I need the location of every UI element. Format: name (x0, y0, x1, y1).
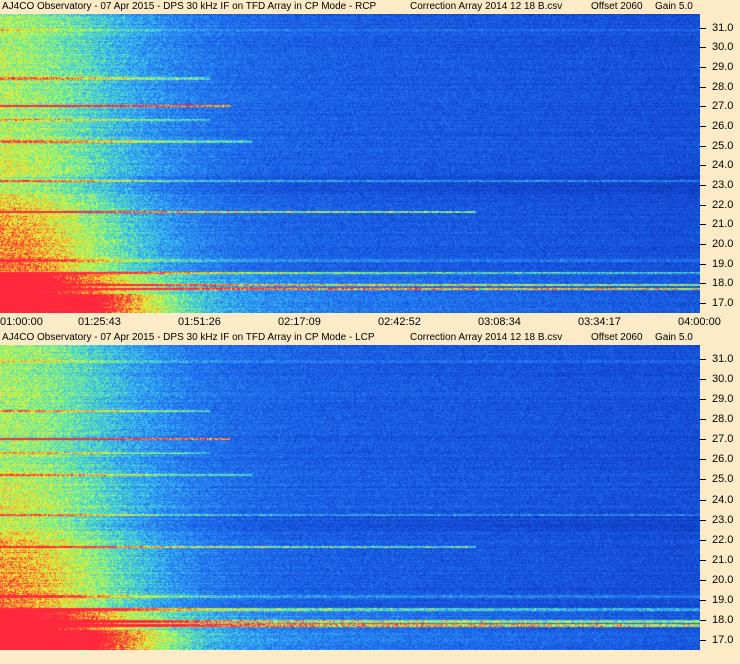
y-tick-label: 26.0 (712, 120, 734, 133)
y-tick-label: 23.0 (712, 513, 734, 526)
y-tick-mark (700, 399, 706, 401)
y-tick-label: 27.0 (712, 433, 734, 446)
y-tick-label: 30.0 (712, 41, 734, 54)
y-tick-label: 28.0 (712, 413, 734, 426)
y-tick-mark (700, 165, 706, 167)
y-tick-mark (700, 47, 706, 49)
chart-title: AJ4CO Observatory - 07 Apr 2015 - DPS 30… (2, 1, 377, 12)
y-tick-mark (700, 519, 706, 521)
y-tick-label: 20.0 (712, 238, 734, 251)
y-tick-mark (700, 479, 706, 481)
y-tick-mark (700, 126, 706, 128)
y-tick-label: 26.0 (712, 453, 734, 466)
y-tick-mark (700, 639, 706, 641)
y-tick-mark (700, 263, 706, 265)
gain-label: Gain 5.0 (655, 1, 693, 12)
spectrogram-panel-lcp: AJ4CO Observatory - 07 Apr 2015 - DPS 30… (0, 331, 740, 664)
y-tick-label: 24.0 (712, 493, 734, 506)
x-tick-label: 04:00:00 (678, 316, 721, 328)
chart-title: AJ4CO Observatory - 07 Apr 2015 - DPS 30… (2, 332, 375, 343)
y-tick-label: 17.0 (712, 297, 734, 310)
x-tick-label: 03:08:34 (478, 316, 521, 328)
correction-file-label: Correction Array 2014 12 18 B.csv (410, 332, 563, 343)
y-tick-label: 27.0 (712, 100, 734, 113)
y-tick-label: 25.0 (712, 473, 734, 486)
y-tick-label: 21.0 (712, 218, 734, 231)
y-tick-label: 22.0 (712, 198, 734, 211)
y-tick-label: 28.0 (712, 80, 734, 93)
y-tick-mark (700, 439, 706, 441)
y-tick-mark (700, 224, 706, 226)
y-tick-mark (700, 379, 706, 381)
y-tick-mark (700, 185, 706, 187)
y-tick-label: 31.0 (712, 353, 734, 366)
y-tick-mark (700, 244, 706, 246)
y-tick-label: 31.0 (712, 21, 734, 34)
offset-label: Offset 2060 (591, 1, 643, 12)
y-tick-mark (700, 499, 706, 501)
y-tick-mark (700, 619, 706, 621)
y-tick-mark (700, 86, 706, 88)
bottom-margin (0, 650, 740, 664)
gain-label: Gain 5.0 (655, 332, 693, 343)
title-bar-rcp: AJ4CO Observatory - 07 Apr 2015 - DPS 30… (0, 0, 740, 14)
y-tick-mark (700, 67, 706, 69)
y-tick-label: 24.0 (712, 159, 734, 172)
y-tick-mark (700, 419, 706, 421)
y-tick-mark (700, 303, 706, 305)
frequency-axis-lcp: 31.0 30.0 29.0 28.0 27.0 26.0 25.0 24.0 23.0 22.0… (700, 345, 740, 650)
x-tick-label: 03:34:17 (578, 316, 621, 328)
y-tick-label: 19.0 (712, 257, 734, 270)
y-tick-mark (700, 359, 706, 361)
y-tick-label: 30.0 (712, 373, 734, 386)
y-tick-mark (700, 283, 706, 285)
y-tick-mark (700, 27, 706, 29)
y-tick-mark (700, 204, 706, 206)
y-tick-label: 29.0 (712, 61, 734, 74)
spectrogram-plot-rcp (0, 14, 700, 313)
x-tick-label: 02:42:52 (378, 316, 421, 328)
y-tick-mark (700, 106, 706, 108)
y-tick-label: 29.0 (712, 393, 734, 406)
y-tick-label: 20.0 (712, 573, 734, 586)
y-tick-label: 18.0 (712, 277, 734, 290)
x-tick-label: 01:25:43 (78, 316, 121, 328)
x-tick-label: 01:00:00 (0, 316, 43, 328)
y-tick-mark (700, 145, 706, 147)
title-bar-lcp: AJ4CO Observatory - 07 Apr 2015 - DPS 30… (0, 331, 740, 345)
y-tick-label: 22.0 (712, 533, 734, 546)
y-tick-label: 19.0 (712, 593, 734, 606)
spectrogram-panel-rcp: AJ4CO Observatory - 07 Apr 2015 - DPS 30… (0, 0, 740, 331)
y-tick-label: 25.0 (712, 139, 734, 152)
x-tick-label: 02:17:09 (278, 316, 321, 328)
x-tick-label: 01:51:26 (178, 316, 221, 328)
time-axis: 01:00:00 01:25:43 01:51:26 02:17:09 02:42:52… (0, 313, 740, 331)
y-tick-label: 23.0 (712, 179, 734, 192)
y-tick-label: 21.0 (712, 553, 734, 566)
correction-file-label: Correction Array 2014 12 18 B.csv (410, 1, 563, 12)
y-tick-mark (700, 539, 706, 541)
frequency-axis-rcp: 31.0 30.0 29.0 28.0 27.0 26.0 25.0 24.0 23.0 22.0… (700, 14, 740, 313)
y-tick-mark (700, 559, 706, 561)
y-tick-mark (700, 599, 706, 601)
spectrogram-plot-lcp (0, 345, 700, 650)
y-tick-label: 18.0 (712, 613, 734, 626)
offset-label: Offset 2060 (591, 332, 643, 343)
y-tick-label: 17.0 (712, 633, 734, 646)
y-tick-mark (700, 459, 706, 461)
y-tick-mark (700, 579, 706, 581)
